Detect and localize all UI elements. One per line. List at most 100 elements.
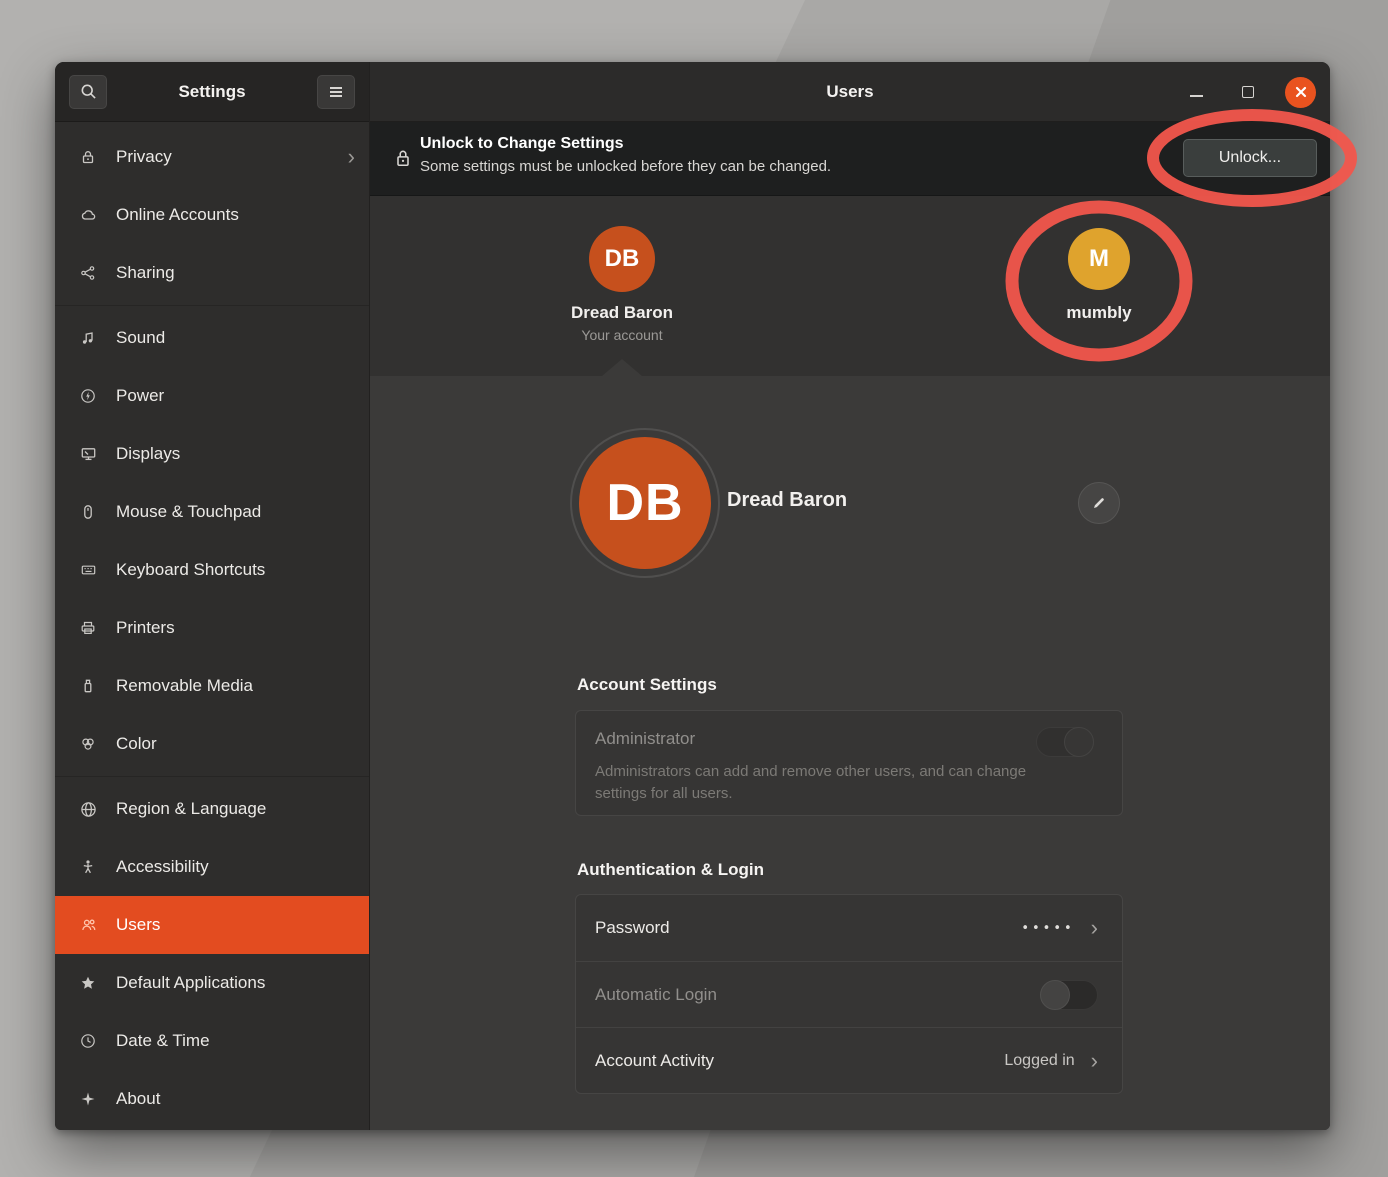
usb-drive-icon	[78, 678, 98, 694]
hamburger-icon	[328, 85, 344, 99]
color-circles-icon	[78, 736, 98, 752]
account-activity-label: Account Activity	[595, 1051, 714, 1071]
users-icon	[78, 917, 98, 933]
unlock-button[interactable]: Unlock...	[1183, 139, 1317, 177]
sidebar-item-color[interactable]: Color	[55, 715, 369, 773]
avatar: M	[1068, 228, 1130, 290]
sidebar-item-displays[interactable]: Displays	[55, 425, 369, 483]
sidebar-item-label: Sound	[116, 328, 355, 348]
pencil-icon	[1091, 495, 1107, 511]
user-card-mumbly[interactable]: M mumbly	[1019, 228, 1179, 323]
sidebar-item-label: Removable Media	[116, 676, 355, 696]
password-masked-value: •••••	[1021, 921, 1074, 936]
sidebar-item-label: Default Applications	[116, 973, 355, 993]
sidebar-item-label: Date & Time	[116, 1031, 355, 1051]
sidebar-item-accessibility[interactable]: Accessibility	[55, 838, 369, 896]
account-settings-heading: Account Settings	[577, 675, 717, 695]
account-settings-card: Administrator Administrators can add and…	[575, 710, 1123, 816]
minimize-button[interactable]	[1181, 77, 1211, 107]
keyboard-icon	[78, 562, 98, 578]
sidebar-item-printers[interactable]: Printers	[55, 599, 369, 657]
profile-avatar-ring: DB	[570, 428, 720, 578]
profile-avatar: DB	[579, 437, 711, 569]
power-icon	[78, 388, 98, 404]
account-activity-row[interactable]: Account Activity Logged in ›	[576, 1027, 1122, 1093]
sidebar-item-label: Region & Language	[116, 799, 355, 819]
chevron-right-icon: ›	[1091, 917, 1098, 939]
search-icon	[80, 83, 97, 100]
sidebar-item-privacy[interactable]: Privacy ›	[55, 128, 369, 186]
avatar-initials: DB	[605, 245, 640, 273]
chevron-right-icon: ›	[348, 146, 355, 168]
user-subtitle: Your account	[542, 327, 702, 343]
sidebar-item-users[interactable]: Users	[55, 896, 369, 954]
star-icon	[78, 975, 98, 991]
sidebar-item-label: Mouse & Touchpad	[116, 502, 355, 522]
sidebar-item-label: Sharing	[116, 263, 355, 283]
music-note-icon	[78, 330, 98, 346]
accessibility-person-icon	[78, 859, 98, 875]
sidebar-item-label: Color	[116, 734, 355, 754]
administrator-toggle	[1036, 727, 1094, 757]
sidebar-item-default-applications[interactable]: Default Applications	[55, 954, 369, 1012]
sidebar-item-about[interactable]: About	[55, 1070, 369, 1128]
globe-icon	[78, 801, 98, 818]
user-card-dread-baron[interactable]: DB Dread Baron Your account	[542, 226, 702, 343]
toggle-knob	[1064, 727, 1094, 757]
headerbar: Users	[370, 62, 1330, 122]
menu-button[interactable]	[317, 75, 355, 109]
user-detail-panel: DB Dread Baron Account Settings Administ…	[370, 376, 1330, 1130]
user-carousel: DB Dread Baron Your account M mumbly	[370, 196, 1330, 376]
lock-icon	[78, 149, 98, 165]
minimize-icon	[1190, 95, 1203, 97]
avatar-initials: DB	[606, 473, 683, 533]
sidebar-item-region-language[interactable]: Region & Language	[55, 780, 369, 838]
sidebar-header: Settings	[55, 62, 369, 122]
administrator-description: Administrators can add and remove other …	[595, 761, 1035, 805]
unlock-subtitle: Some settings must be unlocked before th…	[420, 158, 831, 175]
cloud-icon	[78, 207, 98, 223]
profile-name: Dread Baron	[727, 489, 847, 512]
avatar: DB	[589, 226, 655, 292]
sparkle-icon	[78, 1091, 98, 1107]
settings-window: Settings Privacy › Online Accounts	[55, 62, 1330, 1130]
sidebar-item-sound[interactable]: Sound	[55, 309, 369, 367]
display-icon	[78, 446, 98, 462]
sidebar-separator	[55, 305, 369, 306]
maximize-button[interactable]	[1233, 77, 1263, 107]
account-activity-value: Logged in	[1004, 1052, 1074, 1070]
sidebar-item-online-accounts[interactable]: Online Accounts	[55, 186, 369, 244]
sidebar-list: Privacy › Online Accounts Sharing	[55, 122, 369, 1128]
sidebar-item-label: Displays	[116, 444, 355, 464]
sidebar-item-keyboard-shortcuts[interactable]: Keyboard Shortcuts	[55, 541, 369, 599]
user-name: Dread Baron	[542, 303, 702, 323]
maximize-icon	[1242, 86, 1254, 98]
password-row[interactable]: Password ••••• ›	[576, 895, 1122, 961]
authentication-card: Password ••••• › Automatic Login Account…	[575, 894, 1123, 1094]
toggle-knob	[1040, 980, 1070, 1010]
sidebar-item-removable-media[interactable]: Removable Media	[55, 657, 369, 715]
sidebar: Settings Privacy › Online Accounts	[55, 62, 370, 1130]
edit-name-button[interactable]	[1078, 482, 1120, 524]
share-icon	[78, 265, 98, 281]
sidebar-item-label: Accessibility	[116, 857, 355, 877]
sidebar-item-date-time[interactable]: Date & Time	[55, 1012, 369, 1070]
printer-icon	[78, 620, 98, 636]
close-icon	[1294, 85, 1308, 99]
sidebar-item-power[interactable]: Power	[55, 367, 369, 425]
authentication-heading: Authentication & Login	[577, 860, 764, 880]
main-pane: Users Unlock to Change Settings Some set…	[370, 62, 1330, 1130]
sidebar-item-label: Power	[116, 386, 355, 406]
mouse-icon	[78, 504, 98, 520]
selected-user-pointer	[602, 359, 642, 376]
close-button[interactable]	[1285, 77, 1316, 108]
sidebar-item-label: Printers	[116, 618, 355, 638]
sidebar-item-sharing[interactable]: Sharing	[55, 244, 369, 302]
sidebar-item-label: About	[116, 1089, 355, 1109]
search-button[interactable]	[69, 75, 107, 109]
automatic-login-row: Automatic Login	[576, 961, 1122, 1027]
window-controls	[1181, 62, 1316, 122]
sidebar-separator	[55, 776, 369, 777]
sidebar-item-mouse-touchpad[interactable]: Mouse & Touchpad	[55, 483, 369, 541]
administrator-label: Administrator	[595, 729, 1098, 749]
